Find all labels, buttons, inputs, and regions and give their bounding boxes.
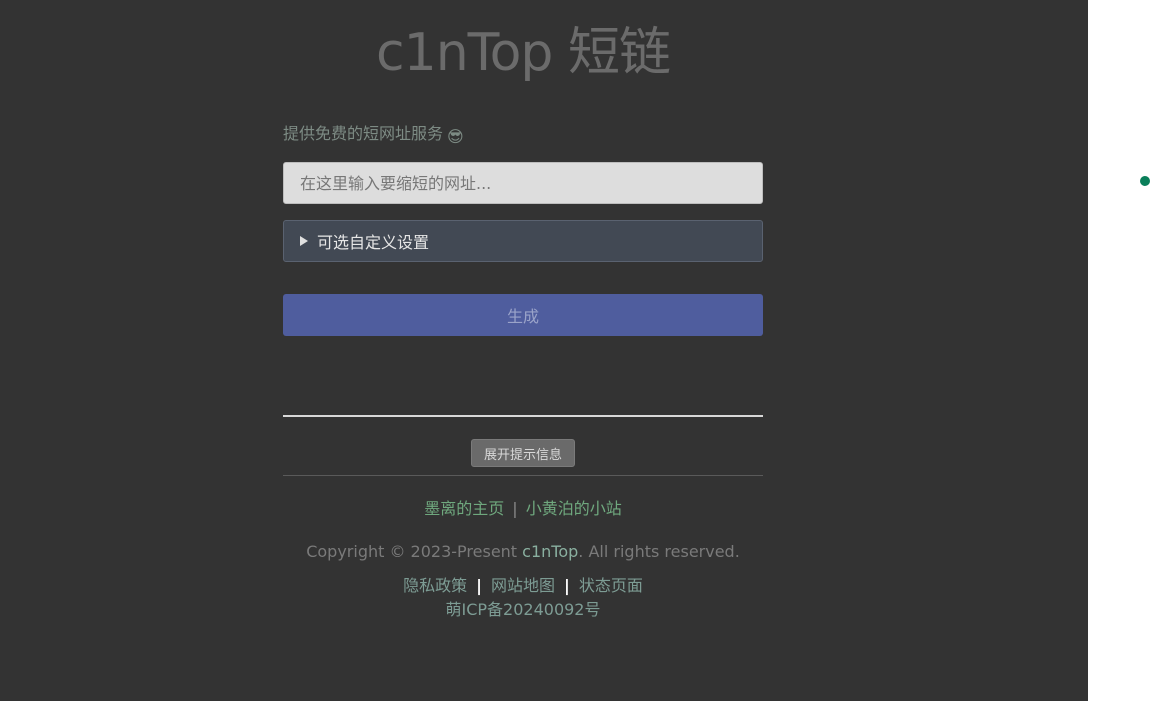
footer-link-moli-home[interactable]: 墨离的主页 (424, 499, 504, 518)
footer-link-xiaohuangbo-site[interactable]: 小黄泊的小站 (526, 499, 622, 518)
copyright-suffix: . All rights reserved. (578, 542, 740, 561)
copyright-prefix: Copyright © 2023-Present (306, 542, 523, 561)
divider (283, 415, 763, 417)
icp-record: 萌ICP备20240092号 (283, 598, 763, 622)
link-separator: | (512, 499, 518, 518)
generate-button[interactable]: 生成 (283, 294, 763, 336)
right-blank-area (1088, 0, 1151, 701)
status-dot-icon (1140, 176, 1150, 186)
footer-policy-links: 隐私政策 | 网站地图 | 状态页面 (283, 574, 763, 598)
sunglasses-emoji-icon: 😎 (447, 127, 464, 146)
custom-options-label: 可选自定义设置 (317, 233, 430, 252)
icp-link[interactable]: 萌ICP备20240092号 (446, 600, 601, 619)
site-title: c1nTop 短链 (376, 23, 671, 83)
footer-link-status[interactable]: 状态页面 (579, 576, 643, 595)
main-panel: c1nTop 短链 提供免费的短网址服务😎 可选自定义设置 生成 展开提示信息 … (0, 0, 1088, 701)
copyright-brand: c1nTop (522, 542, 579, 561)
link-separator: | (564, 576, 570, 595)
custom-options-toggle[interactable]: 可选自定义设置 (283, 220, 763, 262)
copyright: Copyright © 2023-Present c1nTop. All rig… (283, 540, 763, 564)
footer-link-privacy[interactable]: 隐私政策 (403, 576, 467, 595)
url-input[interactable] (283, 162, 763, 204)
tagline: 提供免费的短网址服务 😎 (283, 122, 464, 149)
tagline-text: 提供免费的短网址服务 (283, 124, 444, 143)
link-separator: | (476, 576, 482, 595)
expand-tips-button[interactable]: 展开提示信息 (471, 439, 575, 467)
footer-friend-links: 墨离的主页 | 小黄泊的小站 (283, 497, 763, 521)
caret-right-icon (300, 236, 308, 246)
divider (283, 475, 763, 476)
footer-link-sitemap[interactable]: 网站地图 (491, 576, 555, 595)
